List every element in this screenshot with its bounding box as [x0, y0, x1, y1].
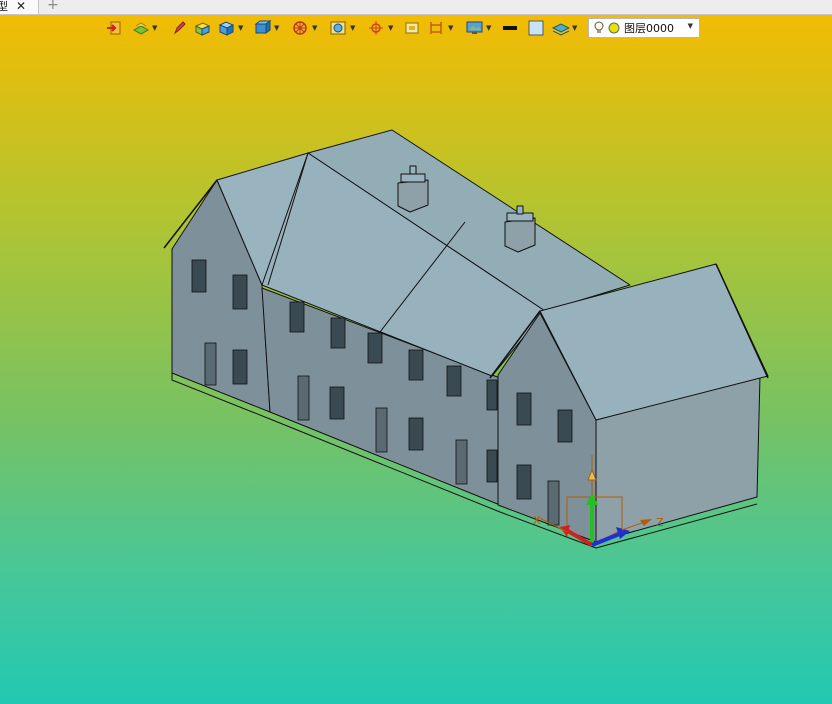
pen-icon [173, 21, 186, 35]
tab-label: 型 [0, 0, 8, 13]
layer-manager-button[interactable]: ▼ [132, 17, 157, 39]
window [289, 301, 305, 333]
display-mode-icon [330, 21, 346, 35]
cube-button[interactable]: ▼ [218, 17, 243, 39]
window [486, 449, 498, 483]
snap-icon [369, 21, 383, 35]
window [408, 417, 424, 451]
layer-color-swatch [608, 22, 620, 34]
layer-dropdown[interactable]: 图层0000 ▼ [588, 18, 700, 38]
color-icon [528, 20, 544, 36]
door [297, 375, 310, 421]
door [375, 407, 388, 453]
layer-stack-icon [552, 23, 570, 36]
screen-button[interactable]: ▼ [466, 17, 491, 39]
color-button[interactable] [528, 17, 544, 39]
dimension-button[interactable]: ▼ [428, 17, 453, 39]
cube-icon [218, 21, 235, 36]
window [516, 464, 532, 500]
render-wheel-button[interactable]: ▼ [292, 17, 317, 39]
pen-button[interactable] [172, 17, 186, 39]
display-mode-button[interactable]: ▼ [330, 17, 355, 39]
door [455, 439, 468, 485]
window [408, 349, 424, 381]
axis-x-label: X [533, 514, 541, 527]
close-icon[interactable]: ✕ [16, 0, 26, 12]
chimney-right [504, 205, 536, 253]
layer-stack-button[interactable]: ▼ [552, 17, 577, 39]
frame-icon [405, 22, 419, 34]
window [367, 332, 383, 364]
render-wheel-icon [293, 21, 307, 35]
solid-box-button[interactable] [194, 17, 210, 39]
window [191, 259, 207, 293]
door [204, 342, 217, 386]
line-weight-button[interactable] [502, 17, 518, 39]
layer-name: 图层0000 [624, 22, 674, 35]
snap-button[interactable]: ▼ [368, 17, 393, 39]
window [486, 379, 498, 411]
dimension-icon [430, 22, 442, 34]
view-cube-button[interactable]: ▼ [254, 17, 279, 39]
exit-button[interactable] [106, 17, 122, 39]
view-cube-icon [254, 20, 272, 34]
screen-icon [466, 21, 483, 34]
exit-icon [107, 21, 121, 35]
door [547, 480, 560, 526]
axis-z-label: Z [656, 516, 664, 529]
model-viewport[interactable]: X Z [0, 40, 832, 704]
window [329, 386, 345, 420]
document-tab[interactable]: 型 ✕ [0, 0, 39, 14]
window [232, 349, 248, 385]
window [516, 392, 532, 426]
window [232, 274, 248, 310]
layer-manager-icon [132, 22, 150, 35]
window [446, 365, 462, 397]
window [557, 409, 573, 443]
line-weight-icon [503, 26, 517, 30]
frame-button[interactable] [404, 17, 420, 39]
window [330, 317, 346, 349]
tab-bar: 型 ✕ + [0, 0, 832, 15]
add-tab-icon[interactable]: + [47, 0, 59, 12]
solid-box-icon [194, 22, 210, 36]
lightbulb-icon [594, 21, 604, 33]
chevron-down-icon[interactable]: ▼ [688, 22, 693, 30]
